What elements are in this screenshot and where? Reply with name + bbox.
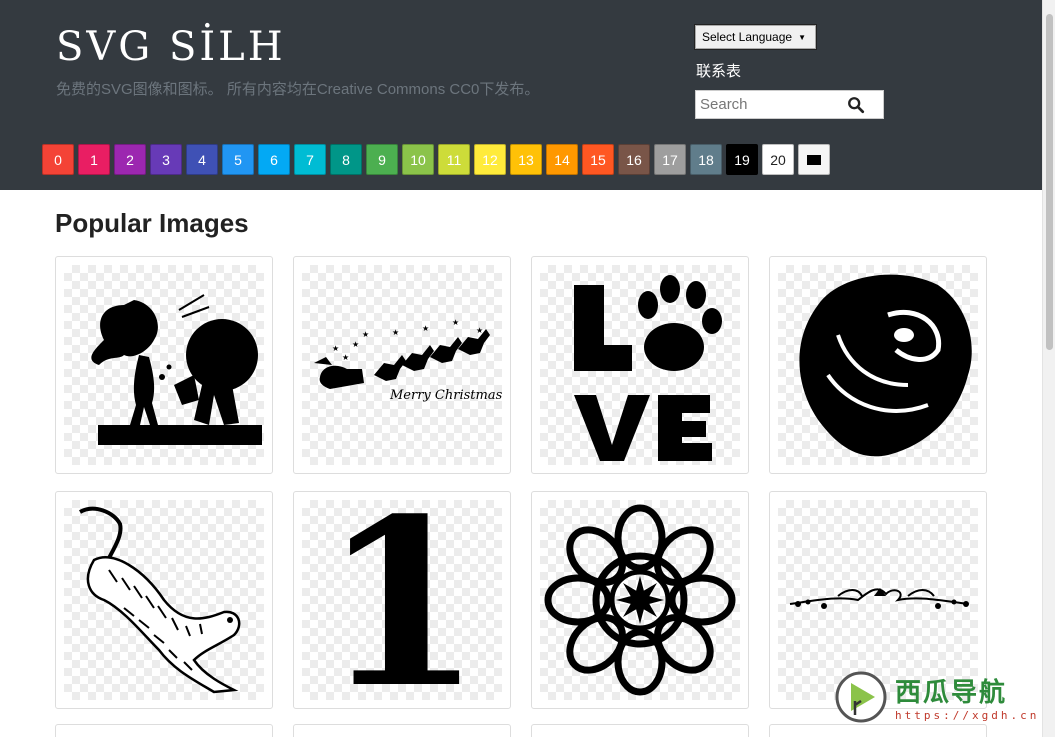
color-swatch-7[interactable]: 7 bbox=[294, 144, 326, 175]
image-card[interactable] bbox=[55, 256, 273, 474]
image-card[interactable] bbox=[293, 724, 511, 737]
color-swatch-label: 15 bbox=[590, 151, 606, 168]
svg-text:★: ★ bbox=[332, 344, 339, 353]
tiger-drawing-icon bbox=[64, 500, 264, 700]
color-swatch-5[interactable]: 5 bbox=[222, 144, 254, 175]
color-swatch-2[interactable]: 2 bbox=[114, 144, 146, 175]
color-swatch-label: 19 bbox=[734, 151, 750, 168]
image-card[interactable] bbox=[55, 491, 273, 709]
color-swatch-label: 18 bbox=[698, 151, 714, 168]
svg-text:★: ★ bbox=[422, 324, 429, 333]
language-select-label: Select Language bbox=[702, 30, 793, 44]
color-swatch-20[interactable]: 20 bbox=[762, 144, 794, 175]
image-grid: ★ ★ ★ ★ ★ ★ ★ ★ Merry Christmas 1 bbox=[55, 256, 987, 709]
color-filter-bar: 0 1 2 3 4 5 6 7 8 9 10 11 12 13 14 15 16 17 18 19 20 bbox=[42, 144, 830, 175]
svg-text:★: ★ bbox=[352, 340, 359, 349]
color-swatch-12[interactable]: 12 bbox=[474, 144, 506, 175]
color-swatch-0[interactable]: 0 bbox=[42, 144, 74, 175]
site-tagline: 免费的SVG图像和图标。 所有内容均在Creative Commons CC0下… bbox=[56, 81, 540, 98]
color-swatch-6[interactable]: 6 bbox=[258, 144, 290, 175]
contact-link[interactable]: 联系表 bbox=[696, 60, 741, 81]
color-swatch-label: 6 bbox=[270, 151, 278, 168]
black-square-icon bbox=[807, 154, 821, 165]
watermark: 西瓜导航 https://xgdh.cn bbox=[835, 668, 1040, 726]
color-swatch-label: 2 bbox=[126, 151, 134, 168]
image-card[interactable]: 1 bbox=[293, 491, 511, 709]
search-input[interactable] bbox=[696, 96, 836, 113]
section-title: Popular Images bbox=[55, 208, 249, 238]
color-swatch-13[interactable]: 13 bbox=[510, 144, 542, 175]
color-swatch-label: 11 bbox=[446, 151, 462, 168]
watermark-title: 西瓜导航 bbox=[895, 677, 1008, 707]
scrollbar-thumb[interactable] bbox=[1046, 14, 1053, 350]
color-swatch-label: 17 bbox=[662, 151, 678, 168]
color-swatch-15[interactable]: 15 bbox=[582, 144, 614, 175]
color-swatch-11[interactable]: 11 bbox=[438, 144, 470, 175]
color-swatch-label: 7 bbox=[306, 151, 314, 168]
color-swatch-19[interactable]: 19 bbox=[726, 144, 758, 175]
santa-sleigh-icon: ★ ★ ★ ★ ★ ★ ★ ★ Merry Christmas bbox=[302, 265, 502, 465]
color-swatch-label: 0 bbox=[54, 151, 62, 168]
color-swatch-10[interactable]: 10 bbox=[402, 144, 434, 175]
color-swatch-black-and-white[interactable] bbox=[798, 144, 830, 175]
color-swatch-label: 1 bbox=[90, 151, 98, 168]
chevron-down-icon: ▼ bbox=[798, 32, 806, 42]
color-swatch-3[interactable]: 3 bbox=[150, 144, 182, 175]
vertical-scrollbar[interactable] bbox=[1042, 0, 1055, 737]
color-swatch-16[interactable]: 16 bbox=[618, 144, 650, 175]
color-swatch-label: 3 bbox=[162, 151, 170, 168]
color-swatch-14[interactable]: 14 bbox=[546, 144, 578, 175]
number-one-text: 1 bbox=[322, 500, 482, 700]
color-swatch-label: 4 bbox=[198, 151, 206, 168]
watermark-url: https://xgdh.cn bbox=[895, 709, 1040, 722]
image-card[interactable] bbox=[531, 256, 749, 474]
color-swatch-label: 12 bbox=[482, 151, 498, 168]
image-card[interactable] bbox=[769, 256, 987, 474]
svg-text:★: ★ bbox=[452, 318, 459, 327]
language-select[interactable]: Select Language ▼ bbox=[695, 25, 816, 49]
color-swatch-18[interactable]: 18 bbox=[690, 144, 722, 175]
color-swatch-9[interactable]: 9 bbox=[366, 144, 398, 175]
image-card[interactable] bbox=[531, 491, 749, 709]
svg-text:★: ★ bbox=[392, 328, 399, 337]
search-icon[interactable] bbox=[847, 96, 865, 114]
rose-silhouette-icon bbox=[778, 265, 978, 465]
color-swatch-label: 20 bbox=[770, 151, 786, 168]
color-swatch-label: 8 bbox=[342, 151, 350, 168]
image-card[interactable] bbox=[55, 724, 273, 737]
color-swatch-1[interactable]: 1 bbox=[78, 144, 110, 175]
couple-silhouette-icon bbox=[64, 265, 264, 465]
color-swatch-4[interactable]: 4 bbox=[186, 144, 218, 175]
image-card[interactable]: ★ ★ ★ ★ ★ ★ ★ ★ Merry Christmas bbox=[293, 256, 511, 474]
mandala-icon bbox=[540, 500, 740, 700]
color-swatch-label: 14 bbox=[554, 151, 570, 168]
image-card[interactable] bbox=[531, 724, 749, 737]
svg-text:★: ★ bbox=[362, 330, 369, 339]
color-swatch-label: 9 bbox=[378, 151, 386, 168]
svg-text:★: ★ bbox=[342, 353, 349, 362]
color-swatch-label: 13 bbox=[518, 151, 534, 168]
search-box bbox=[695, 90, 884, 119]
svg-text:★: ★ bbox=[476, 326, 483, 335]
love-paw-icon bbox=[540, 265, 740, 465]
color-swatch-label: 5 bbox=[234, 151, 242, 168]
watermark-logo-icon bbox=[835, 671, 887, 723]
number-one-icon: 1 bbox=[302, 500, 502, 700]
merry-christmas-text: Merry Christmas bbox=[389, 388, 502, 403]
color-swatch-label: 16 bbox=[626, 151, 642, 168]
site-logo[interactable]: SVG SİLH bbox=[56, 24, 286, 70]
color-swatch-label: 10 bbox=[410, 151, 426, 168]
site-header: SVG SİLH 免费的SVG图像和图标。 所有内容均在Creative Com… bbox=[0, 0, 1042, 190]
page: SVG SİLH 免费的SVG图像和图标。 所有内容均在Creative Com… bbox=[0, 0, 1055, 737]
color-swatch-17[interactable]: 17 bbox=[654, 144, 686, 175]
watermark-text: 西瓜导航 https://xgdh.cn bbox=[895, 672, 1039, 722]
color-swatch-8[interactable]: 8 bbox=[330, 144, 362, 175]
